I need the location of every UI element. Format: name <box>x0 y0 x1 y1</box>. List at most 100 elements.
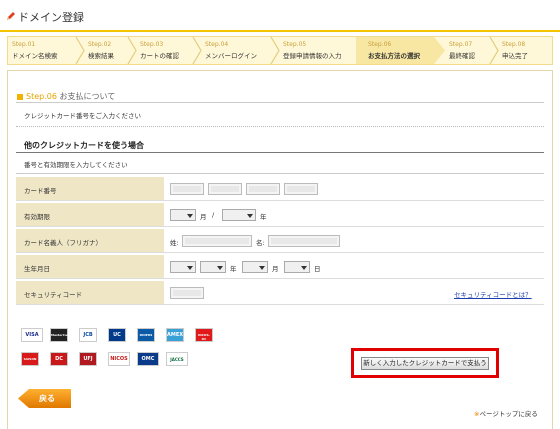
holder-first-input[interactable] <box>268 235 340 247</box>
chevron-down-icon <box>187 214 193 218</box>
step-label: カートの確認 <box>140 52 179 60</box>
diners-logo-icon: DINERS <box>137 328 155 342</box>
step-number: Step.06 <box>368 41 392 48</box>
birth-month-unit: 月 <box>272 265 279 273</box>
expiry-label: 有効期限 <box>24 213 50 221</box>
square-bullet-icon <box>17 93 23 100</box>
step-label: ドメイン名検索 <box>12 52 58 60</box>
page-header: ドメイン登録 <box>0 0 560 32</box>
dc-logo-icon: DC <box>50 352 68 366</box>
step-label: 申込完了 <box>502 52 528 60</box>
step-number: Step.03 <box>140 41 164 48</box>
mastercard-logo-icon: MasterCard <box>50 328 71 342</box>
holder-label: カード名義人（フリガナ） <box>24 239 102 247</box>
step-number: Step.02 <box>88 41 112 48</box>
step-label: 最終確認 <box>449 52 475 60</box>
card-number-label: カード番号 <box>24 187 57 195</box>
birth-month-select[interactable] <box>242 261 268 273</box>
holder-last-input[interactable] <box>182 235 252 247</box>
nicos-logo-icon: NICOS <box>108 352 130 366</box>
expiry-month-unit: 月 <box>200 213 207 221</box>
divider <box>16 126 544 127</box>
holder-row: カード名義人（フリガナ） 姓: 名: <box>16 229 544 253</box>
section-step: Step.06 <box>26 92 57 101</box>
chevron-down-icon <box>301 266 307 270</box>
nicos-dc-logo-icon: NICOS-DC <box>195 328 213 342</box>
instruction-text: クレジットカード番号をご入力ください <box>24 112 141 120</box>
amex-logo-icon: AMEX <box>166 328 184 342</box>
back-button-label: 戻る <box>39 394 55 403</box>
security-code-label: セキュリティコード <box>24 291 83 299</box>
birth-year-select-1[interactable] <box>170 261 196 273</box>
step-7: Step.07 最終確認 <box>449 37 494 64</box>
step-progress-bar: Step.01 ドメイン名検索 Step.02 検索結果 Step.03 カート… <box>7 36 553 65</box>
expiry-year-unit: 年 <box>260 213 267 221</box>
other-card-subtext: 番号と有効期限を入力してください <box>24 161 128 169</box>
step-label: 登録申請情報の入力 <box>283 52 342 60</box>
holder-first-label: 名: <box>256 239 265 247</box>
chevron-down-icon <box>187 266 193 270</box>
step-5: Step.05 登録申請情報の入力 <box>283 37 355 64</box>
card-brand-logos: VISA MasterCard JCB UC DINERS AMEX NICOS… <box>20 325 220 375</box>
jaccs-logo-icon: JACCS <box>166 352 188 366</box>
step-8: Step.08 申込完了 <box>502 37 547 64</box>
step-number: Step.08 <box>502 41 526 48</box>
ufj-logo-icon: UFJ <box>79 352 97 366</box>
saison-logo-icon: SAISON <box>21 352 39 366</box>
jcb-logo-icon: JCB <box>79 328 97 342</box>
step-number: Step.04 <box>205 41 229 48</box>
birth-day-select[interactable] <box>284 261 310 273</box>
birth-day-unit: 日 <box>314 265 321 273</box>
expiry-month-select[interactable] <box>170 209 196 221</box>
omc-logo-icon: OMC <box>137 352 159 366</box>
card-number-row: カード番号 <box>16 177 544 201</box>
step-arrow-icon <box>192 37 202 64</box>
back-button[interactable]: 戻る <box>18 389 71 408</box>
card-number-field-2[interactable] <box>208 183 242 195</box>
credit-card-form: カード番号 有効期限 月 / 年 カード名義人（フリガナ） 姓: 名: 生年月日 <box>16 173 544 305</box>
divider <box>16 152 544 153</box>
pay-with-new-card-highlight: 新しく入力したクレジットカードで支払う <box>351 348 499 378</box>
step-arrow-icon <box>270 37 280 64</box>
step-3: Step.03 カートの確認 <box>140 37 192 64</box>
chevron-down-icon <box>259 266 265 270</box>
page-top-link[interactable]: ※ページトップに戻る <box>474 408 538 418</box>
step-label: お支払方法の選択 <box>368 52 420 60</box>
card-number-field-3[interactable] <box>246 183 280 195</box>
security-code-input[interactable] <box>170 287 204 299</box>
card-number-field-4[interactable] <box>284 183 318 195</box>
step-6-current: Step.06 お支払方法の選択 <box>356 37 434 64</box>
step-4: Step.04 メンバーログイン <box>205 37 267 64</box>
step-arrow-icon <box>75 37 85 64</box>
section-title: Step.06 お支払について <box>17 91 115 102</box>
step-arrow-icon <box>127 37 137 64</box>
expiry-separator: / <box>212 211 215 219</box>
page-top-label: ページトップに戻る <box>479 410 538 418</box>
expiry-row: 有効期限 月 / 年 <box>16 203 544 227</box>
step-label: 検索結果 <box>88 52 114 60</box>
birth-year-select-2[interactable] <box>200 261 226 273</box>
step-arrow-icon <box>489 37 499 64</box>
uc-logo-icon: UC <box>108 328 126 342</box>
security-code-help-link[interactable]: セキュリティコードとは？ <box>454 289 532 299</box>
step-number: Step.07 <box>449 41 473 48</box>
visa-logo-icon: VISA <box>21 328 43 342</box>
card-number-field-1[interactable] <box>170 183 204 195</box>
holder-last-label: 姓: <box>170 239 179 247</box>
birth-year-unit: 年 <box>230 265 237 273</box>
chevron-down-icon <box>247 214 253 218</box>
security-code-row: セキュリティコード セキュリティコードとは？ <box>16 281 544 305</box>
step-1: Step.01 ドメイン名検索 <box>12 37 74 64</box>
divider <box>16 102 544 103</box>
other-card-heading: 他のクレジットカードを使う場合 <box>24 141 144 150</box>
step-number: Step.05 <box>283 41 307 48</box>
chevron-down-icon <box>217 266 223 270</box>
step-number: Step.01 <box>12 41 36 48</box>
birthdate-row: 生年月日 年 月 日 <box>16 255 544 279</box>
page-title: ドメイン登録 <box>18 11 84 24</box>
step-arrow-icon <box>434 37 445 64</box>
pay-with-new-card-button[interactable]: 新しく入力したクレジットカードで支払う <box>361 357 489 370</box>
pen-icon <box>7 12 15 20</box>
birthdate-label: 生年月日 <box>24 265 50 273</box>
expiry-year-select[interactable] <box>222 209 256 221</box>
